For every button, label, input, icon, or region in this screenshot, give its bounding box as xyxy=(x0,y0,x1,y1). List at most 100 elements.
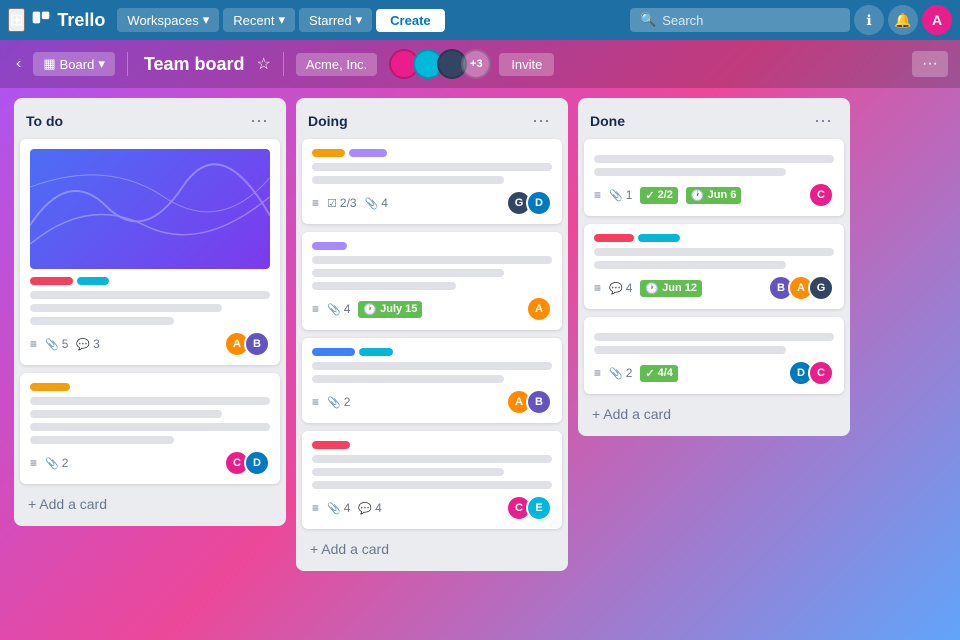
search-box[interactable]: 🔍 xyxy=(630,8,850,32)
card-members: AB xyxy=(224,331,270,357)
star-button[interactable]: ☆ xyxy=(257,54,271,74)
card[interactable]: ≡📎4💬4CE xyxy=(302,431,562,529)
info-button[interactable]: ℹ xyxy=(854,5,884,35)
trello-logo: Trello xyxy=(31,10,105,31)
attachment-icon: 📎 xyxy=(609,367,623,380)
card-members: GD xyxy=(506,190,552,216)
invite-button[interactable]: Invite xyxy=(499,53,554,76)
card-member-avatar[interactable]: D xyxy=(526,190,552,216)
board-type-button[interactable]: ▦ Board ▾ xyxy=(33,52,115,76)
comment-icon: 💬 xyxy=(76,338,90,351)
column-more-button[interactable]: ··· xyxy=(808,108,838,133)
card-footer: ≡📎1✓2/2🕐Jun 6C xyxy=(594,182,834,208)
column-header: Done··· xyxy=(578,98,850,139)
card-footer: ≡📎2✓4/4DC xyxy=(594,360,834,386)
card-tags xyxy=(312,149,552,157)
menu-icon: ≡ xyxy=(312,196,319,210)
workspace-badge[interactable]: Acme, Inc. xyxy=(296,53,377,76)
menu-icon: ≡ xyxy=(594,281,601,295)
card-tags xyxy=(30,383,270,391)
card-tag[interactable] xyxy=(594,234,634,242)
add-card-button[interactable]: + Add a card xyxy=(582,398,846,430)
date-badge: 🕐July 15 xyxy=(358,301,422,318)
user-avatar[interactable]: A xyxy=(922,5,952,35)
card-members: A xyxy=(526,296,552,322)
menu-icon: ≡ xyxy=(594,366,601,380)
column-more-button[interactable]: ··· xyxy=(526,108,556,133)
card-member-avatar[interactable]: B xyxy=(244,331,270,357)
chevron-down-icon: ▾ xyxy=(278,12,285,28)
card-text xyxy=(594,333,834,354)
attachment-icon: 📎 xyxy=(327,303,341,316)
card-members: C xyxy=(808,182,834,208)
check-badge: ✓2/2 xyxy=(640,187,678,204)
card-tag[interactable] xyxy=(312,348,355,356)
search-input[interactable] xyxy=(662,13,822,28)
divider xyxy=(283,52,284,76)
card-cover xyxy=(30,149,270,269)
recent-button[interactable]: Recent ▾ xyxy=(223,8,295,32)
column-title: Doing xyxy=(308,113,348,129)
card[interactable]: ≡📎5💬3AB xyxy=(20,139,280,365)
card-text-line xyxy=(312,362,552,370)
card-member-avatar[interactable]: A xyxy=(526,296,552,322)
workspaces-button[interactable]: Workspaces ▾ xyxy=(117,8,219,32)
clock-icon: 🕐 xyxy=(363,303,377,316)
card-member-avatar[interactable]: D xyxy=(244,450,270,476)
attachment-meta: 📎4 xyxy=(327,302,350,316)
card-tags xyxy=(30,277,270,285)
card-member-avatar[interactable]: E xyxy=(526,495,552,521)
card-tag[interactable] xyxy=(349,149,387,157)
card-text-line xyxy=(312,176,504,184)
grid-icon[interactable]: ⊞ xyxy=(8,8,25,32)
column-done: Done···≡📎1✓2/2🕐Jun 6C≡💬4🕐Jun 12BAG≡📎2✓4/… xyxy=(578,98,850,436)
more-members-badge[interactable]: +3 xyxy=(461,49,491,79)
menu-icon: ≡ xyxy=(312,395,319,409)
card-footer: ≡📎2CD xyxy=(30,450,270,476)
card-meta: ≡☑2/3📎4 xyxy=(312,196,388,210)
starred-button[interactable]: Starred ▾ xyxy=(299,8,372,32)
comments-meta: 💬4 xyxy=(609,281,632,295)
back-button[interactable]: ‹ xyxy=(12,51,25,77)
date-badge: 🕐Jun 6 xyxy=(686,187,741,204)
column-more-button[interactable]: ··· xyxy=(244,108,274,133)
board-more-button[interactable]: ··· xyxy=(912,51,948,77)
attachment-icon: 📎 xyxy=(327,502,341,515)
menu-icon: ≡ xyxy=(594,188,601,202)
card-tag[interactable] xyxy=(77,277,109,285)
add-card-button[interactable]: + Add a card xyxy=(300,533,564,565)
card-member-avatar[interactable]: B xyxy=(526,389,552,415)
card-member-avatar[interactable]: G xyxy=(808,275,834,301)
cards-list: ≡📎1✓2/2🕐Jun 6C≡💬4🕐Jun 12BAG≡📎2✓4/4DC xyxy=(578,139,850,394)
notifications-button[interactable]: 🔔 xyxy=(888,5,918,35)
card[interactable]: ≡☑2/3📎4 GD xyxy=(302,139,562,224)
card-tag[interactable] xyxy=(30,277,73,285)
card[interactable]: ≡📎2CD xyxy=(20,373,280,484)
card-text-line xyxy=(312,481,552,489)
card-text xyxy=(30,397,270,444)
card-member-avatar[interactable]: C xyxy=(808,182,834,208)
chevron-down-icon: ▾ xyxy=(356,12,363,28)
card[interactable]: ≡💬4🕐Jun 12BAG xyxy=(584,224,844,309)
card[interactable]: ≡📎2AB xyxy=(302,338,562,423)
card-member-avatar[interactable]: C xyxy=(808,360,834,386)
card-tag[interactable] xyxy=(30,383,70,391)
date-badge: 🕐Jun 12 xyxy=(640,280,702,297)
card[interactable]: ≡📎1✓2/2🕐Jun 6C xyxy=(584,139,844,216)
attachment-icon: 📎 xyxy=(365,197,379,210)
card-tag[interactable] xyxy=(312,242,347,250)
card[interactable]: ≡📎2✓4/4DC xyxy=(584,317,844,394)
card-tag[interactable] xyxy=(312,441,350,449)
card-tag[interactable] xyxy=(359,348,393,356)
card-text-line xyxy=(30,436,174,444)
menu-icon: ≡ xyxy=(312,302,319,316)
card-tag[interactable] xyxy=(312,149,345,157)
board-icon: ▦ xyxy=(43,56,55,72)
card-text-line xyxy=(312,163,552,171)
create-button[interactable]: Create xyxy=(376,9,444,32)
card-text xyxy=(312,455,552,489)
card[interactable]: ≡ 📎4 🕐July 15 A xyxy=(302,232,562,330)
add-card-button[interactable]: + Add a card xyxy=(18,488,282,520)
card-meta: ≡📎1✓2/2🕐Jun 6 xyxy=(594,187,741,204)
card-tag[interactable] xyxy=(638,234,680,242)
